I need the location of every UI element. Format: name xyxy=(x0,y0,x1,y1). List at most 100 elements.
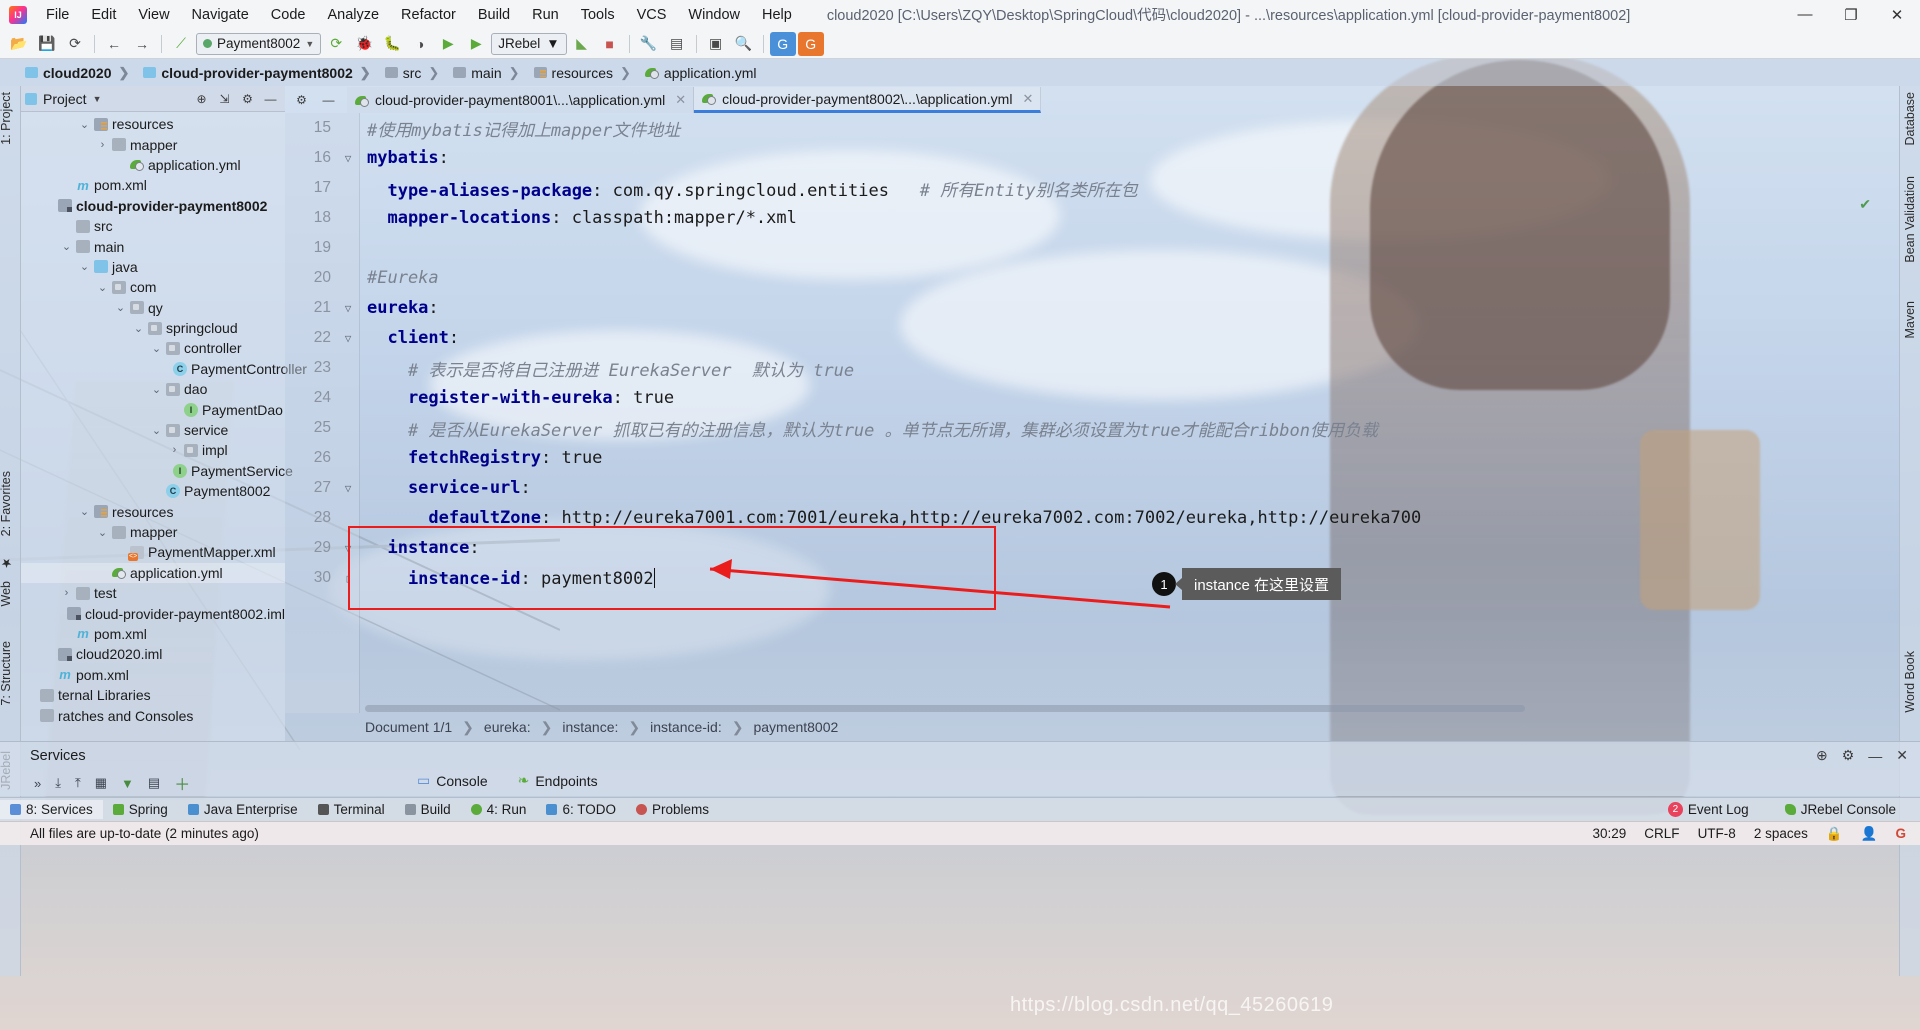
code-line-27[interactable]: 27 ▽ service-url: xyxy=(285,473,1899,503)
tree-node-ternal-libraries[interactable]: ternal Libraries xyxy=(21,685,285,705)
caret-position[interactable]: 30:29 xyxy=(1593,826,1627,841)
tree-node-paymentmapper-xml[interactable]: PaymentMapper.xml xyxy=(21,542,285,562)
coverage-icon[interactable]: ◑ xyxy=(407,32,433,56)
strip-web[interactable]: Web xyxy=(0,581,13,606)
tree-node-mapper[interactable]: ⌄ mapper xyxy=(21,522,285,542)
preview-icon[interactable]: ▣ xyxy=(703,32,729,56)
breadcrumb-src[interactable]: src ❯ xyxy=(380,64,447,82)
collapse-all-icon[interactable]: ⤒ xyxy=(75,775,81,791)
translate-icon[interactable]: G xyxy=(769,31,796,56)
tab-endpoints[interactable]: ❧ Endpoints xyxy=(516,768,600,793)
menu-file[interactable]: File xyxy=(35,4,80,26)
tree-node-resources[interactable]: ⌄ resources xyxy=(21,114,285,134)
breadcrumb-resources[interactable]: resources ❯ xyxy=(529,64,638,82)
toolwindow-spring[interactable]: Spring xyxy=(103,800,178,819)
sync-icon[interactable]: ⟳ xyxy=(62,32,88,56)
jrebel-selector[interactable]: JRebel ▼ xyxy=(491,32,567,55)
open-icon[interactable]: 📂 xyxy=(6,32,32,56)
hide-icon[interactable]: — xyxy=(262,90,279,107)
filter-icon[interactable]: ▼ xyxy=(121,776,134,791)
menu-code[interactable]: Code xyxy=(260,4,317,26)
tree-node-paymentcontroller[interactable]: C PaymentController xyxy=(21,359,307,379)
locate-icon[interactable]: ⊕ xyxy=(193,90,210,107)
code-line-20[interactable]: 20 #Eureka xyxy=(285,263,1899,293)
tree-node-payment8002[interactable]: C Payment8002 xyxy=(21,481,285,501)
fold-marker-icon[interactable]: ▽ xyxy=(337,302,359,315)
toolwindow-terminal[interactable]: Terminal xyxy=(308,800,395,819)
tree-node-impl[interactable]: › impl xyxy=(21,440,285,460)
menu-tools[interactable]: Tools xyxy=(570,4,626,26)
menu-window[interactable]: Window xyxy=(677,4,751,26)
toolwindow-todo[interactable]: 6: TODO xyxy=(536,800,626,819)
code-line-26[interactable]: 26 fetchRegistry: true xyxy=(285,443,1899,473)
tree-node-pom-xml[interactable]: m pom.xml xyxy=(21,665,285,685)
code-line-29[interactable]: 29 ▽ instance: xyxy=(285,533,1899,563)
tree-node-application-yml[interactable]: application.yml xyxy=(21,562,285,583)
tree-node-springcloud[interactable]: ⌄ springcloud xyxy=(21,318,285,338)
google-icon[interactable]: G xyxy=(1895,826,1906,841)
chevron-down-icon[interactable]: ⌄ xyxy=(97,281,108,294)
gear-icon[interactable]: ⚙ xyxy=(1842,747,1855,764)
code-line-28[interactable]: 28 defaultZone: http://eureka7001.com:70… xyxy=(285,503,1899,533)
code-lines[interactable]: 15 #使用mybatis记得加上mapper文件地址 16 ▽ mybatis: 17 … xyxy=(285,113,1899,593)
line-separator[interactable]: CRLF xyxy=(1644,826,1679,841)
settings-target-icon[interactable]: ⊕ xyxy=(1816,747,1828,764)
add-icon[interactable]: ＋ xyxy=(174,771,190,795)
menu-refactor[interactable]: Refactor xyxy=(390,4,467,26)
gear-icon[interactable]: ⚙ xyxy=(239,90,256,107)
toolwindow-run[interactable]: 4: Run xyxy=(461,800,537,819)
expand-icon[interactable]: » xyxy=(34,776,41,791)
fold-marker-icon[interactable]: ▯ xyxy=(337,572,359,585)
crumb-value[interactable]: payment8002 xyxy=(753,719,838,735)
tree-node-resources[interactable]: ⌄ resources xyxy=(21,501,285,521)
crumb-eureka[interactable]: eureka: xyxy=(484,719,531,735)
strip-structure[interactable]: 7: Structure xyxy=(0,641,13,706)
menu-edit[interactable]: Edit xyxy=(80,4,127,26)
code-editor[interactable]: 15 #使用mybatis记得加上mapper文件地址 16 ▽ mybatis: 17 … xyxy=(285,113,1899,713)
fold-marker-icon[interactable]: ▽ xyxy=(337,542,359,555)
tab-console[interactable]: ▭ Console xyxy=(415,768,490,793)
tree-node-pom-xml[interactable]: m pom.xml xyxy=(21,175,285,195)
layout-icon[interactable]: ▤ xyxy=(148,775,160,791)
code-line-22[interactable]: 22 ▽ client: xyxy=(285,323,1899,353)
minimize-icon[interactable]: — xyxy=(1868,748,1882,764)
close-icon[interactable]: ✕ xyxy=(1896,747,1908,764)
translate2-icon[interactable]: G xyxy=(797,31,824,56)
code-line-25[interactable]: 25 # 是否从EurekaServer 抓取已有的注册信息，默认为true 。… xyxy=(285,413,1899,443)
code-line-16[interactable]: 16 ▽ mybatis: xyxy=(285,143,1899,173)
strip-maven[interactable]: Maven xyxy=(1903,301,1917,339)
file-encoding[interactable]: UTF-8 xyxy=(1698,826,1736,841)
tree-node-cloud-provider-payment8002[interactable]: cloud-provider-payment8002 xyxy=(21,196,285,216)
menu-vcs[interactable]: VCS xyxy=(626,4,678,26)
expand-all-icon[interactable]: ⤓ xyxy=(55,775,61,791)
lock-icon[interactable]: 🔒 xyxy=(1826,826,1843,842)
tree-node-mapper[interactable]: › mapper xyxy=(21,134,285,154)
breadcrumb-module[interactable]: cloud-provider-payment8002 ❯ xyxy=(138,64,377,82)
fold-marker-icon[interactable]: ▽ xyxy=(337,332,359,345)
strip-word-book[interactable]: Word Book xyxy=(1903,651,1917,713)
crumb-instance-id[interactable]: instance-id: xyxy=(650,719,722,735)
editor-tab-8002[interactable]: cloud-provider-payment8002\...\applicati… xyxy=(694,87,1042,113)
tree-node-test[interactable]: › test xyxy=(21,583,285,603)
close-icon[interactable]: ✕ xyxy=(1022,91,1033,107)
search-everywhere-icon[interactable]: ⟋ xyxy=(168,32,194,56)
menu-help[interactable]: Help xyxy=(751,4,803,26)
breadcrumb-application-yml[interactable]: application.yml xyxy=(640,64,762,82)
tree-node-cloud-provider-payment8002-iml[interactable]: cloud-provider-payment8002.iml xyxy=(21,603,285,623)
run-configuration-selector[interactable]: Payment8002 ▼ xyxy=(196,32,322,55)
code-line-15[interactable]: 15 #使用mybatis记得加上mapper文件地址 xyxy=(285,113,1899,143)
chevron-down-icon[interactable]: ⌄ xyxy=(61,240,72,253)
editor-tab-8001[interactable]: cloud-provider-payment8001\...\applicati… xyxy=(347,87,695,113)
collapse-all-icon[interactable]: ⇲ xyxy=(216,90,233,107)
toolwindow-services[interactable]: 8: Services xyxy=(0,800,103,819)
maximize-button[interactable]: ❐ xyxy=(1828,0,1874,29)
chevron-right-icon[interactable]: › xyxy=(97,139,108,151)
stop-icon[interactable]: ■ xyxy=(597,32,623,56)
chevron-right-icon[interactable]: › xyxy=(169,444,180,456)
code-line-18[interactable]: 18 mapper-locations: classpath:mapper/*.… xyxy=(285,203,1899,233)
strip-favorites[interactable]: 2: Favorites xyxy=(0,471,13,536)
toolwindow-event-log[interactable]: 2 Event Log xyxy=(1658,800,1759,819)
profile-icon[interactable]: ◣ xyxy=(569,32,595,56)
structure-icon[interactable]: ▤ xyxy=(664,32,690,56)
build-icon[interactable]: ⟳ xyxy=(323,32,349,56)
